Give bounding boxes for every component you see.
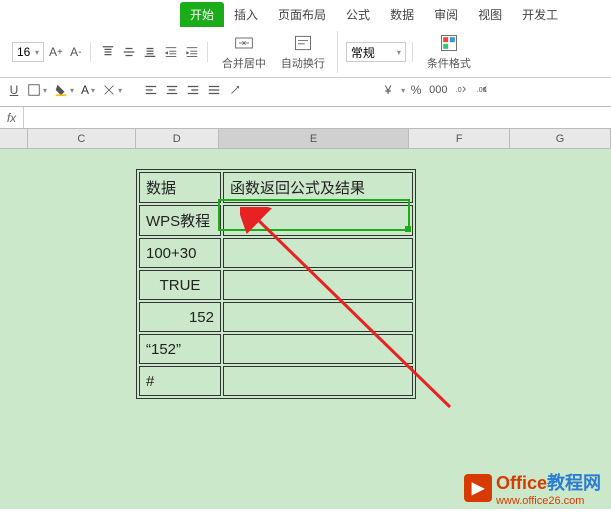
tab-data[interactable]: 数据 [380,2,424,27]
align-left-button[interactable] [142,80,160,100]
tab-start[interactable]: 开始 [180,2,224,27]
col-header-g[interactable]: G [510,129,611,148]
currency-button[interactable]: ¥ [380,80,396,100]
cell-d[interactable]: 100+30 [139,238,221,268]
align-middle-button[interactable] [120,42,138,62]
cell-e[interactable] [223,238,413,268]
tab-formula[interactable]: 公式 [336,2,380,27]
table-row: 152 [139,302,413,332]
col-header-e[interactable]: E [219,129,410,148]
col-header-c[interactable]: C [28,129,136,148]
cell-e[interactable] [223,205,413,236]
data-table: 数据 函数返回公式及结果 WPS教程 100+30 TRUE 152 “152”… [136,169,416,399]
decrease-indent-button[interactable] [162,42,180,62]
ribbon-tabs: 开始 插入 页面布局 公式 数据 审阅 视图 开发工 [0,0,611,27]
tab-layout[interactable]: 页面布局 [268,2,336,27]
conditional-format-button[interactable]: 条件格式 [421,31,477,73]
header-e[interactable]: 函数返回公式及结果 [223,172,413,203]
merge-center-label: 合并居中 [222,55,266,71]
font-size-value: 16 [17,45,30,59]
clear-format-button[interactable]: ▾ [100,80,124,100]
cell-d[interactable]: # [139,366,221,396]
fx-label[interactable]: fx [0,107,24,128]
watermark: ▶ Office教程网 www.office26.com [464,469,601,507]
column-headers: C D E F G [28,129,611,149]
decrease-decimal-button[interactable]: .00 [473,80,491,100]
orientation-button[interactable] [226,80,244,100]
watermark-url: www.office26.com [496,495,601,507]
cell-d[interactable]: “152” [139,334,221,364]
col-header-f[interactable]: F [409,129,510,148]
svg-text:.0: .0 [456,87,462,94]
formula-input[interactable] [24,107,611,128]
table-row: # [139,366,413,396]
tab-view[interactable]: 视图 [468,2,512,27]
merge-center-button[interactable]: 合并居中 [216,31,272,73]
underline-button[interactable]: U [6,80,22,100]
cell-d[interactable]: TRUE [139,270,221,300]
align-center-button[interactable] [163,80,181,100]
conditional-format-label: 条件格式 [427,55,471,71]
table-row: TRUE [139,270,413,300]
header-d[interactable]: 数据 [139,172,221,203]
formula-bar: fx [0,107,611,129]
cell-d[interactable]: 152 [139,302,221,332]
chevron-down-icon: ▾ [397,48,401,57]
distribute-button[interactable] [205,80,223,100]
grid[interactable]: 数据 函数返回公式及结果 WPS教程 100+30 TRUE 152 “152”… [28,149,611,509]
font-size-select[interactable]: 16 ▾ [12,42,44,62]
table-row: 100+30 [139,238,413,268]
cell-d[interactable]: WPS教程 [139,205,221,236]
tab-dev[interactable]: 开发工 [512,2,568,27]
cell-e[interactable] [223,334,413,364]
watermark-brand: Office教程网 [496,469,601,495]
percent-button[interactable]: % [408,80,424,100]
tab-insert[interactable]: 插入 [224,2,268,27]
sheet-area: C D E F G 数据 函数返回公式及结果 WPS教程 100+30 TRUE… [0,129,611,509]
table-row: “152” [139,334,413,364]
increase-font-button[interactable]: A+ [47,42,65,62]
number-format-value: 常规 [351,44,375,61]
wrap-text-button[interactable]: 自动换行 [275,31,331,73]
chevron-down-icon: ▾ [35,48,39,57]
toolbar-row1: 16 ▾ A+ A- 合并居中 自动换行 常规 ▾ 条件格式 [0,27,611,78]
table-row: WPS教程 [139,205,413,236]
thousand-sep-button[interactable]: 000 [427,80,449,100]
increase-indent-button[interactable] [183,42,201,62]
font-color-button[interactable]: A▾ [79,80,97,100]
toolbar-row2: U ▾ ▾ A▾ ▾ ¥▾ % 000 .0 .00 [0,78,611,107]
decrease-font-button[interactable]: A- [68,42,84,62]
tab-review[interactable]: 审阅 [424,2,468,27]
select-all-corner[interactable] [0,129,28,149]
number-format-select[interactable]: 常规 ▾ [346,42,406,62]
align-bottom-button[interactable] [141,42,159,62]
align-right-button[interactable] [184,80,202,100]
increase-decimal-button[interactable]: .0 [452,80,470,100]
cell-e[interactable] [223,366,413,396]
fill-color-button[interactable]: ▾ [52,80,76,100]
table-header-row: 数据 函数返回公式及结果 [139,172,413,203]
col-header-d[interactable]: D [136,129,219,148]
align-top-button[interactable] [99,42,117,62]
cell-e[interactable] [223,302,413,332]
cell-e[interactable] [223,270,413,300]
wrap-text-label: 自动换行 [281,55,325,71]
border-button[interactable]: ▾ [25,80,49,100]
office-logo-icon: ▶ [464,474,492,502]
